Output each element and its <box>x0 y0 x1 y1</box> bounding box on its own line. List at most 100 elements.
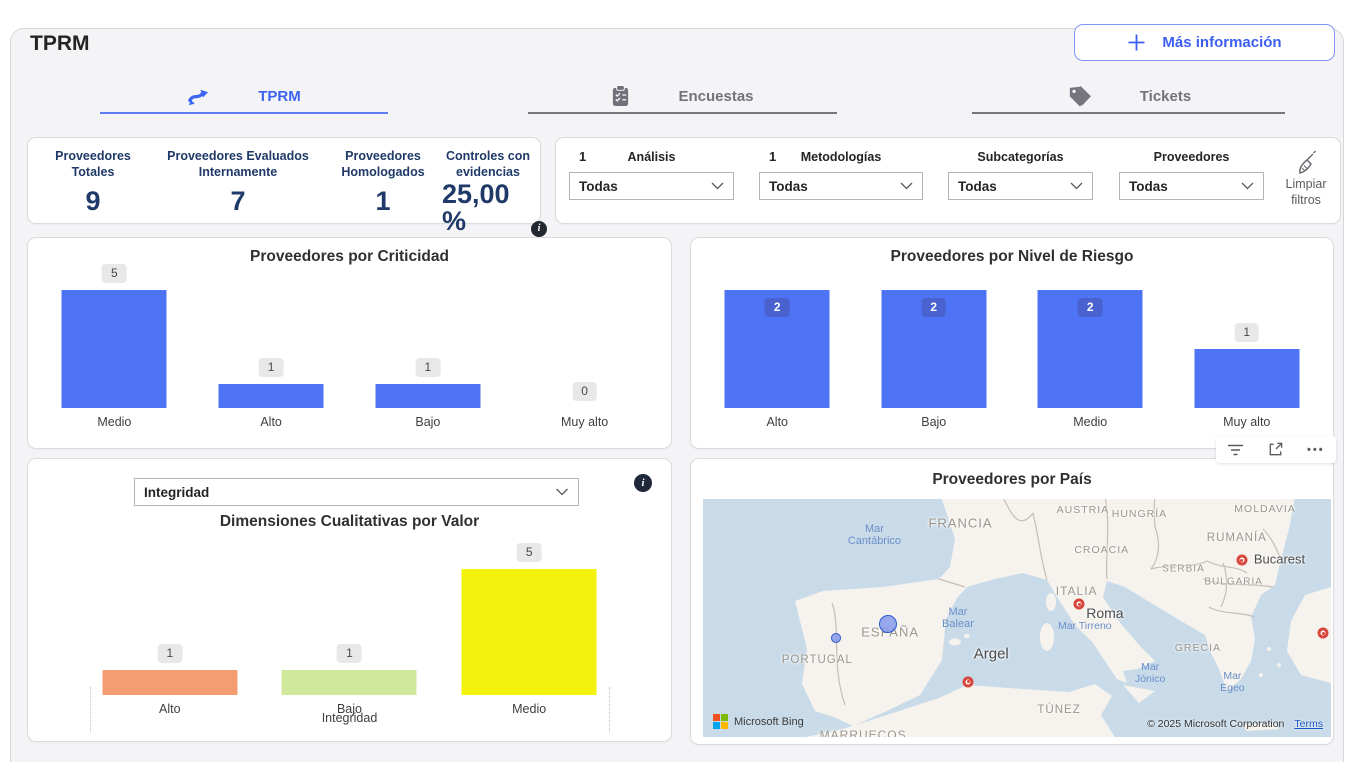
x-axis-title: Integridad <box>28 711 671 725</box>
tab-tprm[interactable]: TPRM <box>100 80 388 114</box>
category-label: Medio <box>97 415 131 429</box>
map-data-bubble[interactable] <box>879 615 897 633</box>
clear-filters-label: Limpiar <box>1286 176 1327 192</box>
bar[interactable] <box>282 670 417 695</box>
category-label: Medio <box>1073 415 1107 429</box>
bar-column: 1Bajo <box>350 260 507 429</box>
info-icon[interactable]: i <box>531 221 547 237</box>
more-info-button[interactable]: Más información <box>1074 24 1335 61</box>
subcategorias-dropdown[interactable]: Todas <box>948 172 1093 200</box>
chevron-down-icon <box>1070 182 1083 190</box>
plot-boundary-guide <box>609 687 610 733</box>
category-label: Bajo <box>921 415 946 429</box>
filter-icon[interactable] <box>1227 444 1244 456</box>
tab-tickets-label: Tickets <box>1140 88 1191 105</box>
map-data-bubble[interactable] <box>831 633 841 643</box>
kpi-evaluados-internamente: Proveedores Evaluados Internamente 7 <box>152 148 324 215</box>
dropdown-value: Integridad <box>144 485 209 500</box>
kpi-label: Proveedores Totales <box>34 148 152 181</box>
bing-logo[interactable]: Microsoft Bing <box>713 714 804 729</box>
bar-column: 1Bajo <box>260 539 440 716</box>
category-label: Alto <box>766 415 788 429</box>
dropdown-value: Todas <box>958 179 997 194</box>
map-country-label: AUSTRIA <box>1057 504 1110 516</box>
bar[interactable] <box>375 384 480 408</box>
tab-tickets[interactable]: Tickets <box>972 80 1285 114</box>
filter-label: Subcategorías <box>948 147 1093 164</box>
map-sea-label: Mar Egeo <box>1220 670 1245 694</box>
analisis-dropdown[interactable]: Todas <box>569 172 734 200</box>
dimension-dropdown[interactable]: Integridad <box>134 478 579 506</box>
dashboard-page: TPRM Más información TPRM Encuestas <box>0 0 1353 762</box>
map-country-label: PORTUGAL <box>782 654 853 666</box>
tab-encuestas[interactable]: Encuestas <box>528 80 837 114</box>
bar-column: 5Medio <box>439 539 619 716</box>
kpi-value-text: 25,00 % <box>442 179 510 236</box>
bar[interactable] <box>62 290 167 408</box>
visual-hover-toolbar: ••• <box>1216 436 1336 463</box>
kpi-label: Proveedores Evaluados Internamente <box>152 148 324 181</box>
bar-column: 2 Alto <box>699 260 856 429</box>
microsoft-logo-icon <box>713 714 728 729</box>
clear-filters-label: filtros <box>1291 192 1321 208</box>
map-country-label: GRECIA <box>1175 642 1221 654</box>
bar[interactable] <box>102 670 237 695</box>
bar[interactable] <box>1194 349 1299 408</box>
filter-analisis: 1 Análisis Todas <box>569 147 734 200</box>
bar-value-label: 1 <box>416 358 441 377</box>
chevron-down-icon <box>900 182 913 190</box>
map-country-label: FRANCIA <box>928 515 992 530</box>
copyright-text: © 2025 Microsoft Corporation <box>1147 718 1284 730</box>
map-country-label: SERBIA <box>1162 564 1205 575</box>
map-sea-label: Mar Balear <box>942 606 974 630</box>
focus-mode-icon[interactable] <box>1267 441 1284 458</box>
map-country-label: ITALIA <box>1056 584 1098 598</box>
bar[interactable] <box>219 384 324 408</box>
kpi-proveedores-totales: Proveedores Totales 9 <box>34 148 152 215</box>
category-label: Muy alto <box>561 415 608 429</box>
bar-stack: 5 <box>36 260 193 408</box>
map-country-label: TÚNEZ <box>1037 704 1080 716</box>
criticidad-plot: 5 Medio 1Alto1Bajo0 Muy alto <box>28 260 671 429</box>
map-city-label: Bucarest <box>1254 551 1305 566</box>
bar-stack: 0 <box>506 260 663 408</box>
bar[interactable] <box>462 569 597 695</box>
bar-stack: 1 <box>80 539 260 695</box>
kpi-value: 25,00 %i <box>442 181 534 235</box>
metodologias-dropdown[interactable]: Todas <box>759 172 923 200</box>
map-card: Proveedores por País <box>690 458 1334 745</box>
more-options-icon[interactable]: ••• <box>1307 444 1325 456</box>
filter-proveedores: Proveedores Todas <box>1119 147 1264 200</box>
chevron-down-icon <box>1241 182 1254 190</box>
filter-label: Proveedores <box>1119 147 1264 164</box>
map-canvas[interactable]: Microsoft Bing © 2025 Microsoft Corporat… <box>703 499 1331 737</box>
bar-stack: 2 <box>856 260 1013 408</box>
map-city-dot <box>1318 628 1329 639</box>
filter-count: 1 <box>579 149 586 164</box>
tickets-icon <box>1066 85 1092 107</box>
bar-stack: 1 <box>260 539 440 695</box>
kpi-label: Controles con evidencias <box>442 148 534 181</box>
nivel-riesgo-plot: 2Alto2Bajo2Medio1Muy alto <box>691 260 1333 429</box>
flow-icon <box>187 85 210 108</box>
terms-link[interactable]: Terms <box>1294 718 1323 730</box>
chart-dimensiones-card: Integridad i Dimensiones Cualitativas po… <box>27 458 672 742</box>
bar-value-label: 2 <box>1078 298 1103 317</box>
bar-value-label: 1 <box>259 358 284 377</box>
eraser-icon <box>1294 150 1318 176</box>
kpi-value: 1 <box>375 188 390 215</box>
info-icon[interactable]: i <box>634 474 652 492</box>
filter-label: Metodologías <box>759 147 923 164</box>
proveedores-dropdown[interactable]: Todas <box>1119 172 1264 200</box>
bar-column: 5 Medio <box>36 260 193 429</box>
bar-column: 1Alto <box>193 260 350 429</box>
map-country-label: MARRUECOS <box>820 728 907 737</box>
bar-value-label: 2 <box>765 298 790 317</box>
bar-value-label: 2 <box>921 298 946 317</box>
chart-criticidad-card: Proveedores por Criticidad 5Medio1Alto1B… <box>27 237 672 449</box>
filter-metodologias: 1 Metodologías Todas <box>759 147 923 200</box>
bar-column: 0 Muy alto <box>506 260 663 429</box>
filter-card: 1 Análisis Todas 1 Metodologías Todas Su… <box>555 137 1341 224</box>
chart-title: Proveedores por País <box>691 471 1333 489</box>
clear-filters-button[interactable]: Limpiar filtros <box>1276 150 1336 209</box>
